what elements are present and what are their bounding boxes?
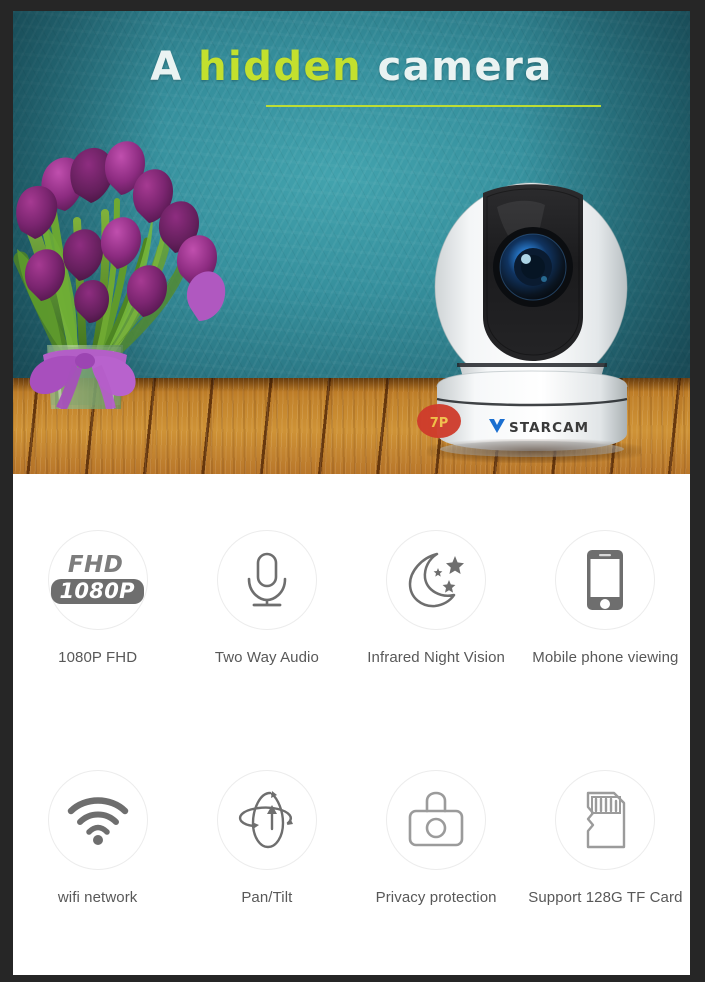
feature-label: Pan/Tilt xyxy=(241,889,293,906)
hero-headline: A hidden camera xyxy=(13,47,690,107)
feature-label: Mobile phone viewing xyxy=(532,649,679,666)
brand-logo-text: STARCAM xyxy=(509,420,589,436)
feature-label: Privacy protection xyxy=(375,889,497,906)
feature-label: Two Way Audio xyxy=(214,649,319,666)
feature-icon-circle xyxy=(555,770,656,870)
tulip-bouquet-image xyxy=(13,109,238,412)
promo-sticker: 7P xyxy=(417,404,461,438)
feature-label: Infrared Night Vision xyxy=(367,649,505,666)
fhd-badge-top: FHD xyxy=(67,551,124,578)
svg-text:7P: 7P xyxy=(430,416,449,431)
feature-infrared-night-vision[interactable]: Infrared Night Vision xyxy=(352,530,521,666)
fhd-badge-bottom: 1080P xyxy=(51,578,144,605)
feature-icon-circle xyxy=(386,530,487,630)
product-detail-page: A hidden camera 7P STARCAM FHD 1080P 108… xyxy=(13,11,690,975)
headline-underline xyxy=(266,105,601,107)
feature-icon-circle xyxy=(47,770,148,870)
headline-part-a: A xyxy=(150,44,199,90)
feature-icon-circle xyxy=(555,530,656,630)
microphone-icon xyxy=(247,552,287,607)
features-row-2: wifi network Pan/Tilt Privacy protection… xyxy=(13,770,690,906)
smartphone-icon xyxy=(587,550,624,610)
feature-privacy-protection[interactable]: Privacy protection xyxy=(352,770,521,906)
feature-label: Support 128G TF Card xyxy=(528,889,683,906)
feature-pan-tilt[interactable]: Pan/Tilt xyxy=(182,770,351,906)
features-row-1: FHD 1080P 1080P FHD Two Way Audio Infrar… xyxy=(13,530,690,666)
features-section: FHD 1080P 1080P FHD Two Way Audio Infrar… xyxy=(13,474,690,975)
feature-icon-circle xyxy=(216,530,317,630)
feature-tf-card-support[interactable]: Support 128G TF Card xyxy=(521,770,690,906)
feature-mobile-phone-viewing[interactable]: Mobile phone viewing xyxy=(521,530,690,666)
hero-banner: A hidden camera 7P STARCAM xyxy=(13,11,690,474)
feature-icon-circle xyxy=(216,770,317,870)
moon-stars-icon xyxy=(408,552,465,608)
headline-part-hidden: hidden xyxy=(198,44,363,90)
feature-icon-circle: FHD 1080P xyxy=(47,530,148,630)
camera-privacy-icon xyxy=(408,791,464,847)
feature-wifi-network[interactable]: wifi network xyxy=(13,770,182,906)
tulip-bouquet-svg xyxy=(13,141,226,412)
feature-two-way-audio[interactable]: Two Way Audio xyxy=(182,530,351,666)
feature-1080p-fhd[interactable]: FHD 1080P 1080P FHD xyxy=(13,530,182,666)
pan-tilt-icon xyxy=(238,791,293,849)
ip-camera-svg: 7P STARCAM xyxy=(417,182,628,457)
camera-lens xyxy=(493,227,573,307)
feature-icon-circle xyxy=(386,770,487,870)
wifi-icon xyxy=(67,797,128,845)
headline-part-camera: camera xyxy=(362,44,553,90)
camera-drop-shadow xyxy=(427,439,642,463)
ip-camera-product-image: 7P STARCAM xyxy=(413,167,653,463)
tf-card-icon xyxy=(587,791,626,849)
hero-headline-text: A hidden camera xyxy=(13,47,690,87)
feature-label: 1080P FHD xyxy=(58,649,138,666)
fhd-1080p-icon: FHD 1080P xyxy=(51,551,144,605)
feature-label: wifi network xyxy=(57,889,138,906)
